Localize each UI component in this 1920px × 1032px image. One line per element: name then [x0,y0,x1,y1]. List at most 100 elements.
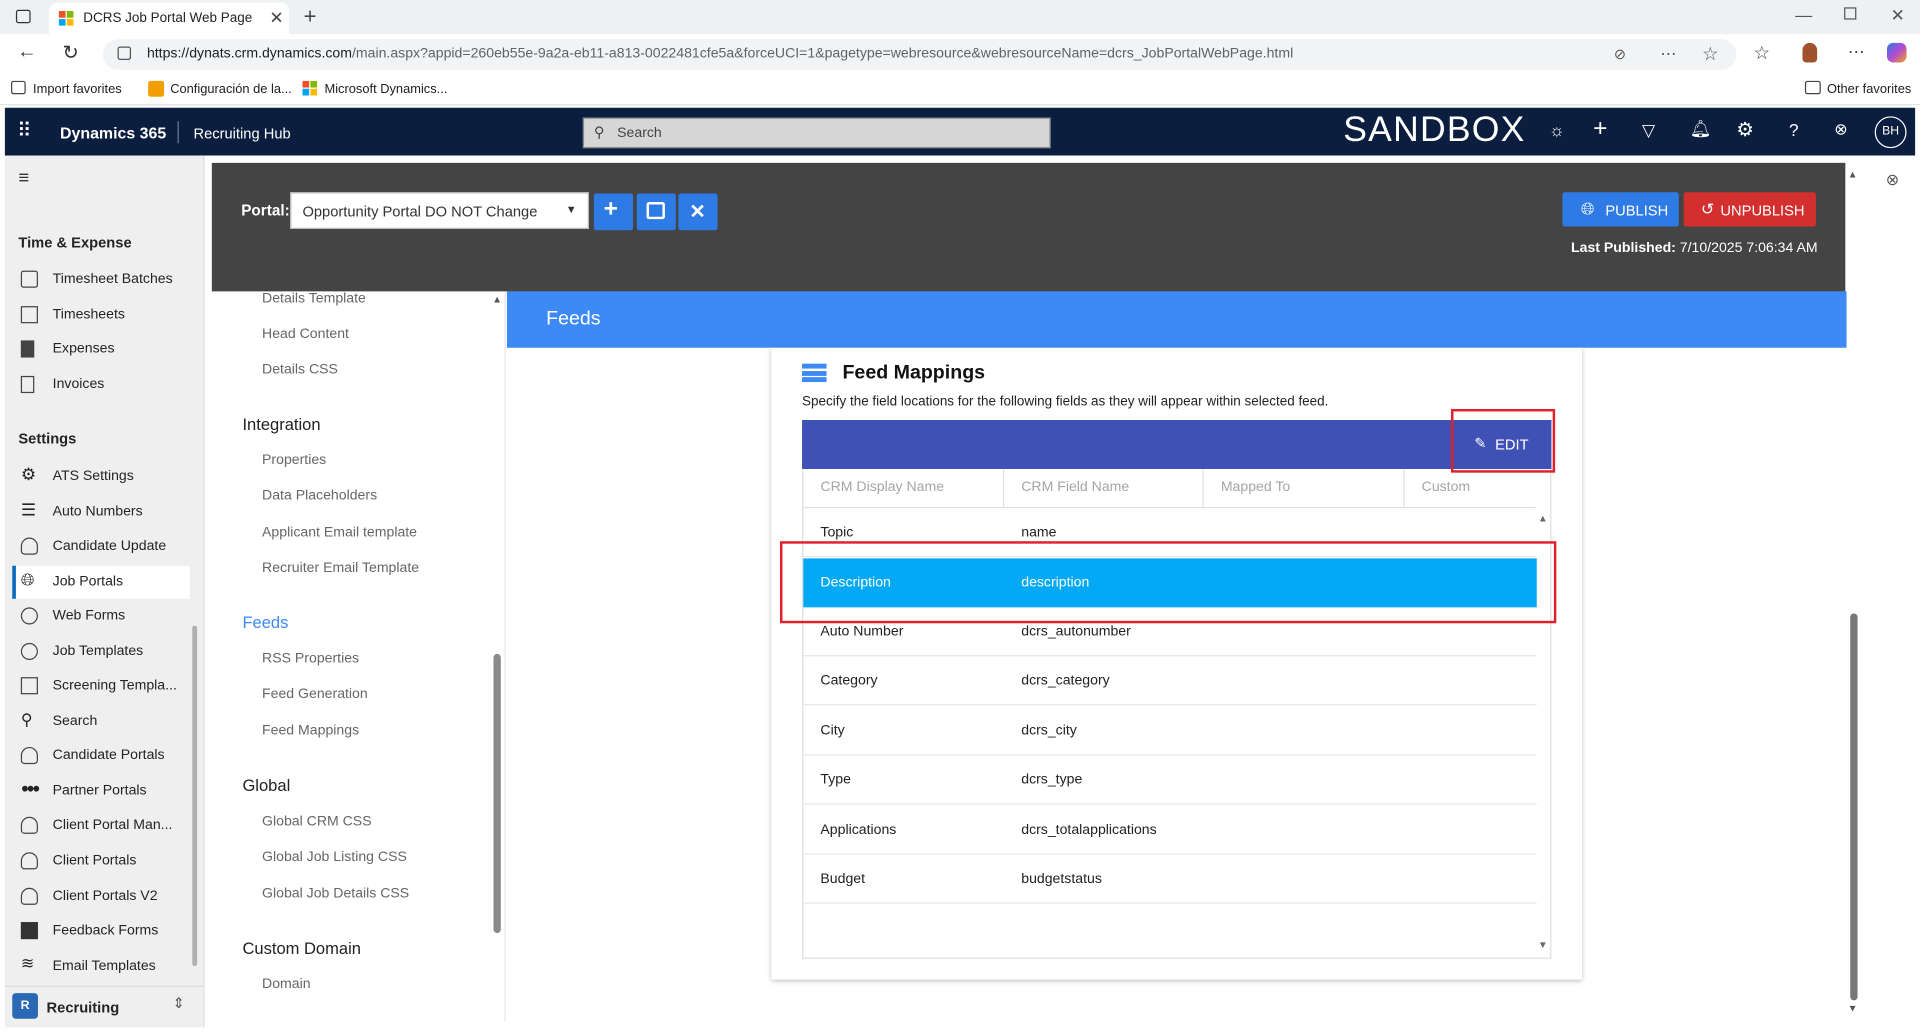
add-portal-button[interactable]: + [593,193,634,231]
favorite-config[interactable]: Configuración de la... [170,82,292,97]
nav-item-timesheets[interactable]: Timesheets [12,299,190,332]
tree-scroll-up-arrow[interactable]: ▲ [492,294,502,305]
tree-group-custom-domain[interactable]: Custom Domain [242,939,361,957]
col-crm-field-name[interactable]: CRM Field Name [1021,480,1129,495]
tree-group-integration[interactable]: Integration [242,415,320,433]
tree-item-rss-properties[interactable]: RSS Properties [262,651,359,666]
tree-scrollbar[interactable] [493,653,501,934]
nav-item-client-portal-management[interactable]: Client Portal Man... [12,809,190,842]
copilot-header-icon[interactable]: ⊗ [1834,120,1847,140]
favorites-icon[interactable]: ☆ [1753,42,1769,64]
refresh-icon[interactable]: ↻ [62,40,78,64]
nav-item-auto-numbers[interactable]: ☰ Auto Numbers [12,496,190,529]
nav-item-ats-settings[interactable]: ⚙ ATS Settings [12,460,190,493]
close-window-icon[interactable]: ✕ [1891,5,1905,26]
microsoft-logo-icon [302,80,318,96]
tree-item-global-job-listing-css[interactable]: Global Job Listing CSS [262,850,407,865]
new-tab-icon[interactable]: + [304,4,317,30]
nav-item-candidate-update[interactable]: Candidate Update [12,530,190,563]
search-input[interactable]: ⚲ Search [582,117,1051,149]
close-tab-icon[interactable]: ✕ [269,7,283,28]
nav-item-email-templates[interactable]: ≋ Email Templates [12,950,190,983]
delete-portal-button[interactable]: ✕ [678,193,718,231]
filter-icon[interactable]: ▽ [1642,120,1655,141]
url-path: /main.aspx?appid=260eb55e-9a2a-eb11-a813… [351,46,1294,62]
profile-avatar[interactable] [1802,42,1818,63]
nav-item-job-portals[interactable]: 🌐︎ Job Portals [12,565,190,599]
nav-item-partner-portals[interactable]: ●●● Partner Portals [12,775,190,808]
unpublish-button[interactable]: ↺ UNPUBLISH [1683,192,1816,227]
settings-gear-icon[interactable]: ⚙ [1736,118,1754,142]
col-crm-display-name[interactable]: CRM Display Name [820,480,944,495]
user-avatar[interactable]: BH [1874,116,1907,149]
nav-scrollbar[interactable] [192,625,198,967]
nav-item-feedback-forms[interactable]: Feedback Forms [12,915,190,948]
table-row[interactable]: Applications dcrs_totalapplications [803,806,1537,855]
nav-item-client-portals[interactable]: Client Portals [12,845,190,878]
more-tools-icon[interactable]: ⋯ [1660,44,1676,64]
nav-item-invoices[interactable]: Invoices [12,369,190,402]
tree-item-domain[interactable]: Domain [262,977,311,992]
nav-item-web-forms[interactable]: Web Forms [12,600,190,633]
tree-item-feed-mappings[interactable]: Feed Mappings [262,724,359,739]
tree-item-global-job-details-css[interactable]: Global Job Details CSS [262,887,409,902]
tree-item-properties[interactable]: Properties [262,453,326,468]
area-switcher[interactable]: R Recruiting ⇕ [4,985,204,1028]
notification-bell-icon[interactable]: 🔔︎ [1690,119,1712,140]
address-bar[interactable]: https://dynats.crm.dynamics.com/main.asp… [102,39,1737,70]
favorite-star-icon[interactable]: ☆ [1702,43,1718,65]
nav-item-client-portals-v2[interactable]: Client Portals V2 [12,880,190,913]
table-row[interactable]: City dcrs_city [803,707,1537,756]
hamburger-icon[interactable]: ≡ [18,168,29,189]
scroll-up-arrow[interactable]: ▲ [1848,169,1858,180]
nav-item-candidate-portals[interactable]: Candidate Portals [12,740,190,773]
copilot-side-icon[interactable]: ⊗ [1886,170,1899,190]
tree-item-recruiter-email-template[interactable]: Recruiter Email Template [262,561,419,576]
col-mapped-to[interactable]: Mapped To [1221,480,1290,495]
tree-item-details-template[interactable]: Details Template [262,291,366,306]
clone-portal-button[interactable] [636,193,676,231]
other-favorites[interactable]: Other favorites [1827,82,1911,97]
module-name[interactable]: Recruiting Hub [193,125,290,142]
content-scrollbar-thumb[interactable] [1850,613,1858,1001]
app-launcher-icon[interactable]: ⠿ [17,119,31,143]
favorite-import[interactable]: Import favorites [33,82,122,97]
table-row[interactable]: Category dcrs_category [803,656,1537,706]
copilot-icon[interactable] [1886,42,1907,63]
favorite-dynamics[interactable]: Microsoft Dynamics... [324,82,447,97]
nav-item-screening-templates[interactable]: Screening Templa... [12,670,190,703]
back-icon[interactable]: ← [17,42,37,64]
nav-item-expenses[interactable]: Expenses [12,333,190,366]
nav-item-job-templates[interactable]: Job Templates [12,636,190,669]
help-icon[interactable]: ? [1789,120,1799,140]
site-info-icon[interactable] [117,46,132,61]
restore-icon[interactable] [1844,7,1857,20]
browser-tab[interactable]: DCRS Job Portal Web Page HTML ✕ [48,2,289,35]
layers-icon: ≋ [20,953,35,973]
tree-item-details-css[interactable]: Details CSS [262,362,338,377]
lightbulb-icon[interactable]: ☼ [1549,120,1565,140]
tree-item-head-content[interactable]: Head Content [262,327,349,342]
table-row[interactable]: Budget budgetstatus [803,855,1537,904]
scroll-down-arrow[interactable]: ▼ [1848,1003,1858,1014]
app-name[interactable]: Dynamics 365 [60,124,166,142]
table-row[interactable]: Type dcrs_type [803,756,1537,805]
browser-menu-icon[interactable]: ⋯ [1848,42,1865,63]
new-record-icon[interactable]: + [1593,115,1607,143]
minimize-icon[interactable]: — [1795,5,1812,25]
publish-button[interactable]: 🌐︎ PUBLISH [1562,192,1679,227]
tree-group-feeds[interactable]: Feeds [242,613,288,631]
tracking-icon[interactable]: ⊘ [1614,45,1626,62]
tree-item-global-crm-css[interactable]: Global CRM CSS [262,814,372,829]
col-custom[interactable]: Custom [1422,480,1471,495]
tree-item-feed-generation[interactable]: Feed Generation [262,687,368,702]
tree-item-data-placeholders[interactable]: Data Placeholders [262,489,377,504]
nav-item-search[interactable]: ⚲ Search [12,705,190,738]
tree-item-applicant-email-template[interactable]: Applicant Email template [262,525,417,540]
tree-group-global[interactable]: Global [242,776,290,794]
portal-select[interactable]: Opportunity Portal DO NOT Change ▼ [290,192,589,229]
sidebar-toggle-icon[interactable] [15,9,31,24]
table-scroll-up-arrow[interactable]: ▲ [1538,513,1548,524]
table-scroll-down-arrow[interactable]: ▼ [1538,939,1548,950]
nav-item-timesheet-batches[interactable]: Timesheet Batches [12,263,190,296]
